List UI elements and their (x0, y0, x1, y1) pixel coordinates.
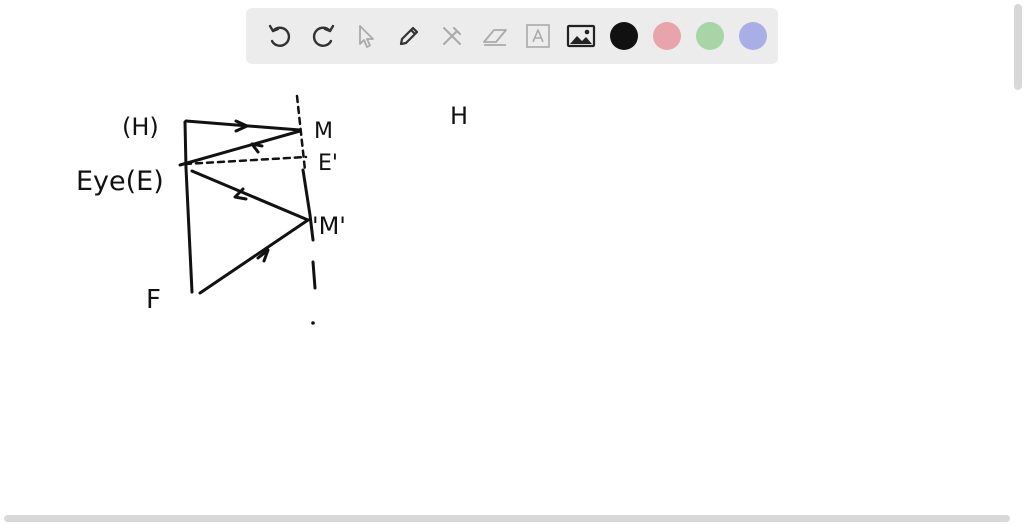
label-e-prime: E' (318, 151, 338, 176)
image-icon (566, 24, 595, 48)
label-m: M (314, 119, 333, 144)
eraser-button[interactable] (473, 14, 516, 58)
arrow-m-eye (250, 142, 264, 154)
color-swatch-green (695, 22, 724, 50)
ray-f-to-mprime (198, 218, 310, 295)
color-blue-button[interactable] (731, 14, 774, 58)
ray-mprime-to-eye (190, 169, 310, 222)
tools-button[interactable] (430, 14, 473, 58)
mirror-line-lower (311, 260, 317, 290)
text-icon (525, 24, 550, 48)
color-green-button[interactable] (688, 14, 731, 58)
color-swatch-pink (652, 22, 681, 50)
label-m-prime: 'M' (312, 212, 346, 240)
color-pink-button[interactable] (645, 14, 688, 58)
horizontal-scrollbar[interactable] (4, 515, 1010, 522)
vertical-scrollbar[interactable] (1014, 4, 1022, 90)
select-button[interactable] (344, 14, 387, 58)
redo-button[interactable] (301, 14, 344, 58)
whiteboard-app: (H) Eye(E) F M E' 'M' H (0, 0, 1024, 524)
pen-icon (399, 26, 418, 46)
select-arrow-icon (358, 25, 374, 48)
color-swatch-blue (738, 22, 767, 50)
color-swatch-black (609, 22, 638, 50)
image-button[interactable] (559, 14, 602, 58)
observer-line (183, 120, 194, 294)
text-button[interactable] (516, 14, 559, 58)
label-eye: Eye(E) (76, 166, 164, 197)
drawing-toolbar (246, 8, 778, 64)
label-h: (H) (122, 113, 159, 141)
label-hi: H (450, 102, 468, 130)
label-f: F (146, 285, 161, 315)
undo-icon (268, 24, 290, 47)
eraser-icon (482, 29, 507, 46)
color-black-button[interactable] (602, 14, 645, 58)
undo-button[interactable] (258, 14, 301, 58)
drawing-canvas[interactable]: (H) Eye(E) F M E' 'M' H (0, 0, 1024, 524)
dot-bottom (311, 321, 315, 325)
tools-icon (442, 27, 461, 45)
redo-icon (312, 24, 334, 47)
pen-button[interactable] (387, 14, 430, 58)
